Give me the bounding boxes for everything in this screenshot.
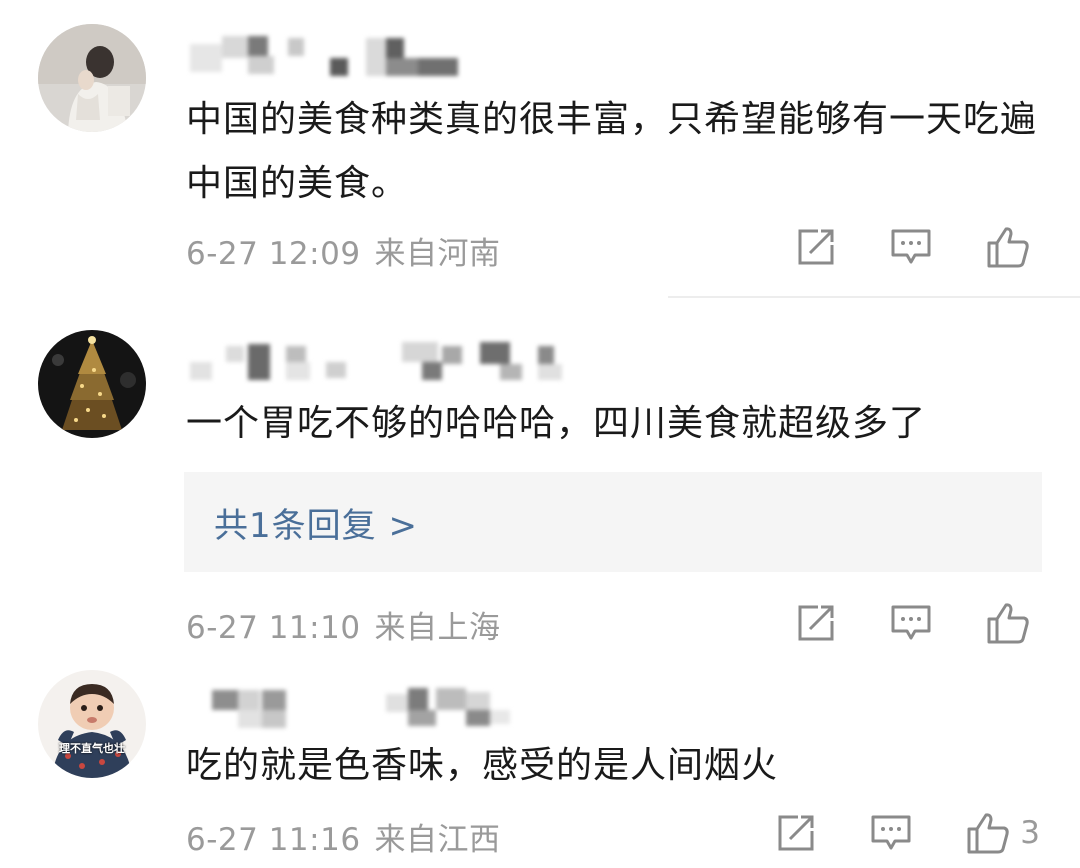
- avatar[interactable]: [38, 330, 146, 438]
- like-icon: [987, 603, 1029, 644]
- comment-actions: [742, 598, 1040, 648]
- replies-link[interactable]: 共1条回复 >: [184, 472, 1042, 572]
- comment-button[interactable]: [870, 813, 912, 853]
- comment-item: 中国的美食种类真的很丰富，只希望能够有一天吃遍中国的美食。 6-27 12:09…: [0, 0, 1080, 300]
- comment-button[interactable]: [890, 603, 932, 643]
- avatar[interactable]: 理不直气也壮: [38, 670, 146, 778]
- comment-actions: 3: [722, 808, 1040, 858]
- comment-meta: 6-27 11:16 来自江西: [186, 814, 501, 859]
- avatar[interactable]: [38, 24, 146, 132]
- comment-date: 6-27 11:10: [186, 610, 361, 646]
- share-button[interactable]: [796, 227, 836, 267]
- avatar-caption: 理不直气也壮: [59, 742, 125, 755]
- like-button[interactable]: [986, 601, 1040, 645]
- comment-text: 吃的就是色香味，感受的是人间烟火: [186, 745, 779, 786]
- share-icon: [798, 229, 834, 265]
- avatar-image: [38, 670, 146, 778]
- comment-button[interactable]: [890, 227, 932, 267]
- share-button[interactable]: [796, 603, 836, 643]
- share-button[interactable]: [776, 813, 816, 853]
- replies-label: 共1条回复 >: [214, 506, 418, 546]
- like-count: 3: [1020, 815, 1040, 851]
- like-button[interactable]: 3: [966, 811, 1040, 855]
- like-button[interactable]: [986, 225, 1040, 269]
- comment-icon: [871, 815, 911, 850]
- comment-location: 来自江西: [374, 822, 501, 858]
- avatar-image: [38, 24, 146, 132]
- comment-item: 理不直气也壮 吃的就是色香味，感受的是人间烟火 6-27 11:16 来自江西: [0, 660, 1080, 868]
- like-icon: [987, 227, 1029, 268]
- username-redacted[interactable]: [190, 342, 610, 386]
- username-redacted[interactable]: [190, 688, 610, 732]
- divider: [668, 296, 1080, 298]
- share-icon: [798, 605, 834, 641]
- comment-item: 一个胃吃不够的哈哈哈，四川美食就超级多了 共1条回复 > 6-27 11:10 来…: [0, 300, 1080, 670]
- comment-location: 来自上海: [374, 610, 501, 646]
- comment-icon: [891, 229, 931, 264]
- comment-text: 一个胃吃不够的哈哈哈，四川美食就超级多了: [186, 403, 927, 444]
- comment-date: 6-27 11:16: [186, 822, 361, 858]
- avatar-image: [38, 330, 146, 438]
- comment-date: 6-27 12:09: [186, 236, 361, 272]
- comment-location: 来自河南: [374, 236, 501, 272]
- comment-text: 中国的美食种类真的很丰富，只希望能够有一天吃遍中国的美食。: [186, 99, 1038, 204]
- like-icon: [967, 813, 1009, 854]
- comment-meta: 6-27 12:09 来自河南: [186, 228, 501, 273]
- comment-meta: 6-27 11:10 来自上海: [186, 602, 501, 647]
- share-icon: [778, 815, 814, 851]
- comment-icon: [891, 605, 931, 640]
- comment-actions: [742, 222, 1040, 272]
- username-redacted[interactable]: [190, 36, 610, 80]
